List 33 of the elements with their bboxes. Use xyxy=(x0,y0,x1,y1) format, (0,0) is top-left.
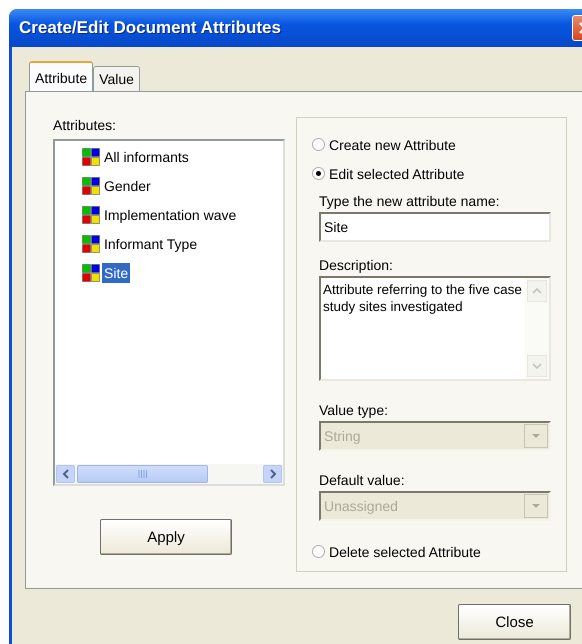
field-label: Description: xyxy=(319,256,394,275)
attribute-icon xyxy=(82,264,100,282)
attribute-icon xyxy=(82,235,100,253)
attribute-icon xyxy=(82,206,100,224)
list-item[interactable]: Informant Type xyxy=(102,234,200,254)
field-label: Default value: xyxy=(319,471,406,490)
radio-label: Edit selected Attribute xyxy=(329,164,464,182)
horizontal-scrollbar[interactable] xyxy=(55,464,283,484)
list-item[interactable]: Gender xyxy=(102,176,153,196)
name-field[interactable]: Site xyxy=(319,212,551,242)
radio-label: Delete selected Attribute xyxy=(329,542,481,560)
list-item[interactable]: Implementation wave xyxy=(102,205,238,225)
grip-icon xyxy=(138,470,148,478)
dropdown-arrow-icon xyxy=(531,433,541,439)
window-title: Create/Edit Document Attributes xyxy=(19,18,281,38)
description-field[interactable]: Attribute referring to the five case study sites investigated xyxy=(319,276,551,381)
list-label: Attributes: xyxy=(53,116,118,135)
field-label: Value type: xyxy=(319,401,390,420)
list-item[interactable]: All informants xyxy=(102,147,191,167)
apply-button[interactable]: Apply xyxy=(100,519,232,555)
attribute-icon xyxy=(82,177,100,195)
tab[interactable]: Attribute xyxy=(29,61,94,91)
attribute-icon xyxy=(82,148,100,166)
field-label: Type the new attribute name: xyxy=(319,192,501,211)
radio-button[interactable] xyxy=(312,138,325,151)
list-item[interactable]: Site xyxy=(102,263,130,283)
radio-label: Create new Attribute xyxy=(329,136,456,154)
close-button[interactable]: Close xyxy=(458,604,571,640)
radio-button[interactable] xyxy=(312,167,325,180)
dropdown-arrow-icon xyxy=(531,503,541,509)
description-text: Attribute referring to the five case study sites investigated xyxy=(322,281,523,316)
radio-button[interactable] xyxy=(312,545,325,558)
tab[interactable]: Value xyxy=(93,66,140,91)
